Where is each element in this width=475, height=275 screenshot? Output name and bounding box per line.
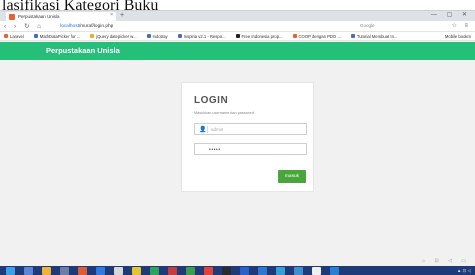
bookmark-label: Inspiria v2.1 - Respo... <box>183 33 226 39</box>
taskbar-app-icon[interactable] <box>150 267 159 275</box>
bookmark-icon <box>350 34 355 38</box>
new-tab-button[interactable]: + <box>120 12 124 19</box>
bookmarks-bar: Laravel MathDataPicker for ... jQuery date… <box>0 32 475 41</box>
bookmark-item[interactable]: jQuery datepicker w... <box>90 33 137 39</box>
bookmark-label: MathDataPicker for ... <box>39 33 81 39</box>
taskbar-app-icon[interactable] <box>222 267 231 275</box>
tab-title: Perpustakaan Unisla <box>18 14 60 19</box>
mobile-bookmarks[interactable]: Mobile bookm <box>445 34 471 39</box>
tray-icons[interactable]: ⌂ ⊡ ◁ ▭ <box>422 258 470 264</box>
taskbar-app-icon[interactable] <box>276 267 285 275</box>
bookmark-label: Tutorial Membuat In... <box>356 33 398 39</box>
tab-close-icon[interactable]: × <box>110 12 113 18</box>
app-header: Perpustakaan Unisla <box>0 42 475 60</box>
bookmark-icon <box>33 34 38 38</box>
taskbar-app-icon[interactable] <box>60 267 69 275</box>
menu-icon[interactable]: ☆ ≡ <box>451 22 471 29</box>
taskbar-app-icon[interactable] <box>204 267 213 275</box>
login-title: LOGIN <box>194 95 229 106</box>
username-input[interactable] <box>211 125 301 134</box>
address-bar: ‹ › ↻ ⌂ localhost/muraf/login.php Google… <box>0 21 475 32</box>
taskbar-app-icon[interactable] <box>186 267 195 275</box>
bookmark-icon <box>4 34 8 38</box>
taskbar-app-icon[interactable] <box>168 267 177 275</box>
taskbar-app-icon[interactable] <box>240 267 249 275</box>
taskbar-app-icon[interactable] <box>42 267 51 275</box>
bookmark-item[interactable]: Laravel <box>4 34 24 39</box>
bookmark-icon <box>177 34 182 38</box>
url-host: localhost <box>60 24 79 29</box>
browser-window: Perpustakaan Unisla × + — ▢ ✕ ‹ › ↻ ⌂ lo… <box>0 10 475 275</box>
username-field[interactable]: 👤 <box>194 123 307 135</box>
user-icon: 👤 <box>199 127 207 133</box>
taskbar-app-icon[interactable] <box>78 267 87 275</box>
bookmark-label: Laravel <box>10 33 24 39</box>
field-divider <box>207 126 208 133</box>
taskbar-app-icon[interactable] <box>294 267 303 275</box>
taskbar-app-icon[interactable] <box>132 267 141 275</box>
bookmark-label: jQuery datepicker w... <box>96 33 137 39</box>
bookmark-item[interactable]: COOP dengan PDO ... <box>292 33 341 39</box>
password-field[interactable] <box>194 143 307 155</box>
bookmark-icon <box>146 34 151 38</box>
bookmark-label: COOP dengan PDO ... <box>298 33 341 39</box>
bookmark-item[interactable]: Indotray <box>146 33 168 39</box>
taskbar: ▲ ⊡ ◁ <box>0 266 475 275</box>
search-box[interactable]: Google <box>360 23 420 30</box>
taskbar-app-icon[interactable] <box>312 267 321 275</box>
browser-tab[interactable]: Perpustakaan Unisla × <box>6 12 116 21</box>
url-path: /muraf/login.php <box>78 24 114 29</box>
bookmark-item[interactable]: Free Indonesia prop... <box>235 33 283 39</box>
login-submit-button[interactable]: masuk <box>278 170 306 183</box>
password-input[interactable] <box>209 145 299 154</box>
login-card: LOGIN Masukkan username dan password 👤 m… <box>181 82 314 192</box>
login-hint: Masukkan username dan password <box>194 111 254 115</box>
taskbar-tray[interactable]: ▲ ⊡ ◁ <box>457 268 471 274</box>
favicon-icon <box>9 13 15 20</box>
window-controls[interactable]: — ▢ ✕ <box>431 11 471 18</box>
bookmark-item[interactable]: Tutorial Membuat In... <box>350 33 398 39</box>
bookmark-item[interactable]: MathDataPicker for ... <box>33 33 81 39</box>
bookmark-icon <box>235 34 240 38</box>
bookmark-label: Indotray <box>152 33 168 39</box>
bookmark-item[interactable]: Inspiria v2.1 - Respo... <box>177 33 226 39</box>
taskbar-app-icon[interactable] <box>96 267 105 275</box>
taskbar-app-icon[interactable] <box>6 267 15 275</box>
taskbar-app-icon[interactable] <box>258 267 267 275</box>
bookmark-label: Free Indonesia prop... <box>241 33 283 39</box>
nav-buttons[interactable]: ‹ › ↻ ⌂ <box>4 22 44 30</box>
taskbar-app-icon[interactable] <box>330 267 339 275</box>
taskbar-app-icon[interactable] <box>24 267 33 275</box>
app-title[interactable]: Perpustakaan Unisla <box>46 46 120 55</box>
taskbar-app-icon[interactable] <box>114 267 123 275</box>
tab-bar: Perpustakaan Unisla × + — ▢ ✕ <box>0 11 475 21</box>
bookmark-icon <box>90 34 95 38</box>
bookmark-icon <box>292 34 297 38</box>
url-field[interactable]: localhost/muraf/login.php <box>60 24 113 29</box>
